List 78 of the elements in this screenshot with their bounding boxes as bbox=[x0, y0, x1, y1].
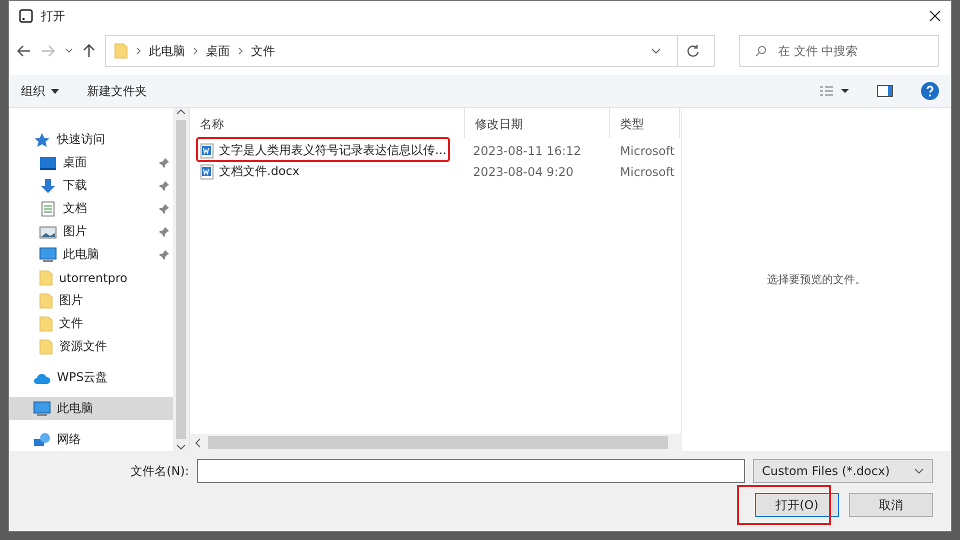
preview-message: 选择要预览的文件。 bbox=[767, 272, 866, 287]
filename-label: 文件名(N): bbox=[130, 462, 189, 480]
breadcrumb-item[interactable]: 文件 bbox=[251, 42, 275, 60]
word-document-icon bbox=[200, 164, 214, 180]
sidebar-item[interactable]: 资源文件 bbox=[9, 335, 173, 358]
chevron-down-icon[interactable] bbox=[651, 48, 661, 54]
search-field[interactable]: 在 文件 中搜索 bbox=[739, 35, 939, 67]
table-cell-text: 2023-08-11 16:12 bbox=[472, 144, 582, 158]
scroll-left-icon[interactable] bbox=[194, 438, 202, 448]
sidebar-item[interactable]: 图片 bbox=[9, 220, 173, 243]
file-type-dropdown[interactable]: Custom Files (*.docx) bbox=[753, 459, 933, 483]
sidebar-item[interactable]: 下载 bbox=[9, 174, 173, 197]
pin-icon[interactable] bbox=[159, 204, 169, 214]
scroll-down-icon[interactable] bbox=[176, 443, 186, 451]
sidebar-item[interactable]: 快速访问 bbox=[9, 128, 173, 151]
chevron-right-icon bbox=[193, 47, 198, 55]
help-icon[interactable] bbox=[921, 82, 939, 100]
table-cell-text: 2023-08-04 9:20 bbox=[472, 164, 574, 178]
folder-icon bbox=[39, 338, 53, 354]
window-title: 打开 bbox=[41, 8, 66, 24]
image-icon bbox=[39, 224, 57, 240]
computer-icon bbox=[33, 400, 51, 416]
refresh-icon[interactable] bbox=[686, 44, 700, 58]
back-arrow-icon[interactable] bbox=[17, 45, 31, 57]
document-icon bbox=[39, 200, 57, 216]
chevron-down-icon[interactable] bbox=[65, 48, 73, 54]
chevron-right-icon bbox=[238, 47, 243, 55]
chevron-right-icon bbox=[136, 47, 141, 55]
pin-icon[interactable] bbox=[159, 158, 169, 168]
file-row[interactable]: 文档文件.docx 2023-08-04 9:20 Microsoft bbox=[190, 161, 681, 182]
new-folder-button[interactable]: 新建文件夹 bbox=[87, 82, 147, 100]
table-cell-text: Microsoft bbox=[619, 144, 676, 158]
pin-icon[interactable] bbox=[159, 226, 169, 236]
folder-icon bbox=[39, 316, 53, 332]
star-icon bbox=[33, 132, 51, 148]
file-name: 文档文件.docx bbox=[219, 163, 300, 180]
network-icon bbox=[33, 432, 51, 448]
file-row[interactable]: 文字是人类用表义符号记录表达信息以传... 2023-08-11 16:12 Microsoft bbox=[190, 140, 681, 161]
pin-icon[interactable] bbox=[159, 180, 169, 190]
sidebar-item[interactable]: 网络 bbox=[9, 428, 173, 451]
folder-icon bbox=[39, 292, 53, 308]
cancel-button[interactable]: 取消 bbox=[849, 493, 933, 517]
sidebar-item[interactable]: 此电脑 bbox=[9, 397, 173, 420]
download-icon bbox=[39, 178, 57, 194]
column-header[interactable]: 名称 bbox=[190, 108, 465, 138]
folder-icon bbox=[39, 270, 53, 286]
scroll-up-icon[interactable] bbox=[176, 108, 186, 116]
sidebar-item[interactable]: 文件 bbox=[9, 312, 173, 335]
view-options-icon[interactable] bbox=[819, 86, 849, 96]
column-header[interactable]: 类型 bbox=[610, 108, 680, 138]
address-bar[interactable]: 此电脑 桌面 文件 bbox=[105, 35, 715, 67]
scrollbar-thumb[interactable] bbox=[176, 120, 186, 439]
organize-button[interactable]: 组织 bbox=[21, 82, 59, 100]
scrollbar-thumb[interactable] bbox=[208, 436, 668, 449]
breadcrumb-item[interactable]: 桌面 bbox=[206, 42, 230, 60]
breadcrumb-item[interactable]: 此电脑 bbox=[149, 42, 185, 60]
pin-icon[interactable] bbox=[159, 250, 169, 260]
table-cell-text: Microsoft bbox=[619, 164, 676, 178]
sidebar-item[interactable]: utorrentpro bbox=[9, 266, 173, 289]
sidebar-item[interactable]: 文档 bbox=[9, 197, 173, 220]
open-button[interactable]: 打开(O) bbox=[755, 493, 839, 517]
folder-icon bbox=[114, 43, 128, 59]
close-icon[interactable] bbox=[929, 10, 941, 22]
window-icon bbox=[19, 9, 33, 23]
sidebar-item[interactable]: 桌面 bbox=[9, 151, 173, 174]
sidebar-item[interactable]: 此电脑 bbox=[9, 243, 173, 266]
caret-icon bbox=[51, 88, 59, 94]
preview-pane-icon[interactable] bbox=[877, 85, 893, 97]
sidebar-item[interactable]: WPS云盘 bbox=[9, 366, 173, 389]
up-arrow-icon[interactable] bbox=[83, 44, 95, 58]
sidebar-item[interactable]: 图片 bbox=[9, 289, 173, 312]
computer-icon bbox=[39, 246, 57, 262]
column-header[interactable]: 修改日期 bbox=[465, 108, 610, 138]
desktop-icon bbox=[39, 154, 57, 170]
word-document-icon bbox=[200, 142, 214, 158]
chevron-down-icon bbox=[914, 468, 924, 474]
filename-field[interactable] bbox=[197, 459, 745, 483]
file-name: 文字是人类用表义符号记录表达信息以传... bbox=[219, 142, 446, 159]
